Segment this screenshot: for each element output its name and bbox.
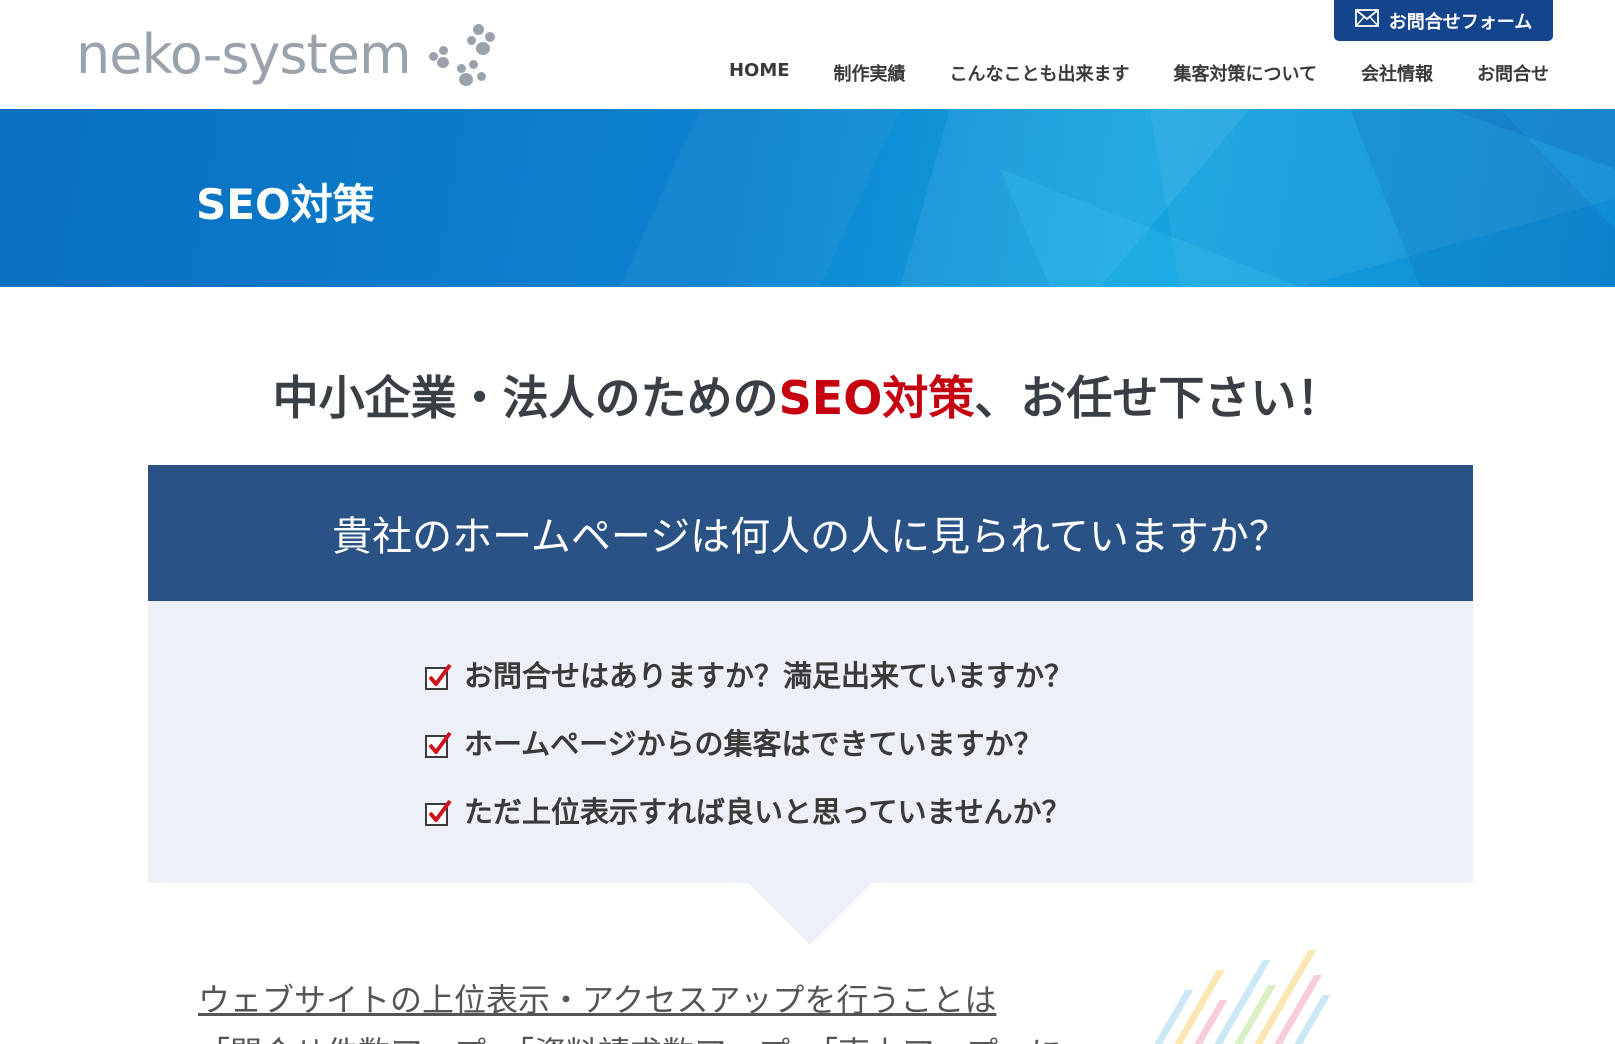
checklist-item-text: お問合せはありますか？満足出来ていますか？ [464, 659, 1074, 693]
main-nav: HOME 制作実績 こんなことも出来ます 集客対策について 会社情報 お問合せ [729, 60, 1549, 86]
nav-services[interactable]: こんなことも出来ます [950, 60, 1130, 86]
checkbox-icon [425, 731, 452, 758]
list-item: ホームページからの集客はできていますか？ [424, 708, 1073, 776]
site-logo[interactable]: neko-system [76, 22, 499, 88]
background-graph-illustration [1154, 950, 1331, 1044]
heading-suffix: 、お任せ下さい！ [974, 371, 1343, 425]
list-item: ただ上位表示すれば良いと思っていませんか？ [424, 776, 1073, 844]
page-title: SEO対策 [196, 180, 375, 229]
mail-icon [1354, 9, 1379, 32]
nav-home[interactable]: HOME [729, 60, 790, 86]
intro-text-continued: 「問合せ件数アップ」「資料請求数アップ」「売上アップ」に [198, 1028, 1062, 1044]
question-banner: 貴社のホームページは何人の人に見られていますか？ [148, 465, 1473, 601]
question-text: 貴社のホームページは何人の人に見られていますか？ [332, 514, 1289, 560]
checklist-item-text: ただ上位表示すれば良いと思っていませんか？ [464, 795, 1071, 829]
paw-icon [428, 24, 499, 90]
checkbox-icon [425, 799, 452, 826]
nav-works[interactable]: 制作実績 [834, 60, 906, 86]
intro-text: ウェブサイトの上位表示・アクセスアップを行うことは [198, 981, 997, 1019]
checklist: お問合せはありますか？満足出来ていますか？ ホームページからの集客はできています… [424, 640, 1073, 844]
checklist-item-text: ホームページからの集客はできていますか？ [464, 727, 1043, 761]
heading-prefix: 中小企業・法人のための [272, 371, 779, 425]
down-arrow-indicator [748, 883, 872, 945]
list-item: お問合せはありますか？満足出来ていますか？ [424, 640, 1073, 708]
heading-accent: SEO対策 [778, 371, 975, 425]
nav-contact[interactable]: お問合せ [1477, 60, 1549, 86]
main-heading: 中小企業・法人のためのSEO対策、お任せ下さい！ [0, 362, 1615, 428]
hero-banner: SEO対策 [0, 109, 1615, 287]
site-header: neko-system お問合せフォーム HOME 制作実績 こんなことも出来ま… [0, 0, 1615, 109]
contact-form-button[interactable]: お問合せフォーム [1334, 0, 1553, 41]
contact-form-label: お問合せフォーム [1388, 11, 1533, 33]
nav-marketing[interactable]: 集客対策について [1174, 60, 1317, 86]
checkbox-icon [425, 663, 452, 690]
logo-text: neko-system [76, 23, 412, 86]
nav-company[interactable]: 会社情報 [1361, 60, 1433, 86]
